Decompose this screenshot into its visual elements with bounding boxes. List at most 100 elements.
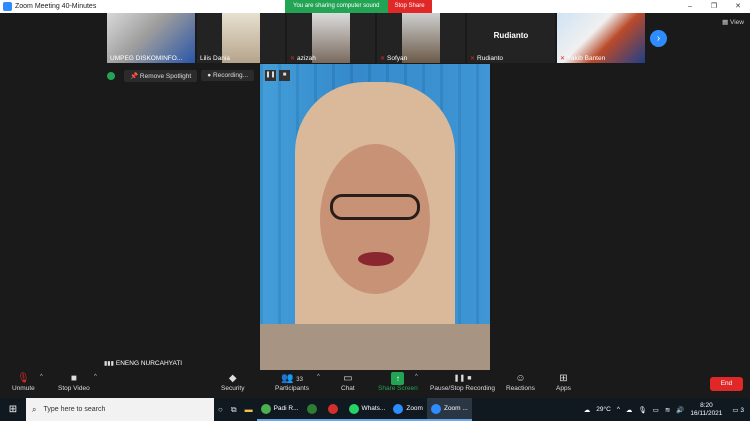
spotlight-video [260,64,490,370]
participant-video [402,13,440,63]
taskbar-app-zoom-meeting[interactable]: Zoom ... [426,398,472,421]
search-icon: ⌕ [32,404,37,414]
taskbar-app-chrome[interactable]: Padi R... [256,398,303,421]
share-screen-button[interactable]: ↑ Share Screen [378,372,418,392]
microphone-icon[interactable]: 🎙 [638,406,646,414]
cortana-circle-icon[interactable]: ○ [214,398,227,421]
recording-controls: ❚❚ ■ [265,70,293,81]
participant-tile[interactable]: ✕ azizah [287,13,375,63]
stop-video-label: Stop Video [58,385,90,392]
remove-spotlight-button[interactable]: 📌 Remove Spotlight [124,69,198,82]
participants-options-chevron-icon[interactable]: ^ [317,374,320,380]
muted-mic-icon: ✕ [560,56,566,62]
window-controls: – ❐ ✕ [678,0,750,13]
apps-grid-icon: ⊞ [559,373,568,384]
wifi-icon[interactable]: ≋ [665,406,670,414]
task-view-icon[interactable]: ⧉ [227,398,241,421]
view-label: View [730,19,744,26]
app-icon [327,403,338,414]
weather-cloud-icon[interactable]: ☁ [584,406,591,414]
participant-name: Lilis Dania [200,55,230,62]
participant-name: Yakib Banten [567,55,606,62]
participant-strip: UMPEG DISKOMINFO... Lilis Dania ✕ azizah … [107,13,647,63]
participant-tile[interactable]: ✕ Yakib Banten [557,13,645,63]
zoom-logo-icon [3,2,12,11]
volume-icon[interactable]: 🔊 [676,406,684,414]
share-screen-label: Share Screen [378,385,418,392]
window-title: Zoom Meeting 40-Minutes [15,3,97,10]
notification-count: 3 [740,406,744,414]
security-button[interactable]: ◆ Security [221,372,244,392]
reactions-label: Reactions [506,385,535,392]
participant-name-row: ✕ Yakib Banten [560,55,605,62]
zoom-window: Zoom Meeting 40-Minutes You are sharing … [0,0,750,421]
search-placeholder: Type here to search [43,406,106,413]
pause-stop-recording-button[interactable]: ❚❚ ■ Pause/Stop Recording [430,372,495,392]
taskbar-clock[interactable]: 8:20 16/11/2021 [690,402,722,418]
pause-recording-icon[interactable]: ❚❚ [265,70,276,81]
participant-tile[interactable]: Rudianto ✕ Rudianto [467,13,555,63]
video-options-chevron-icon[interactable]: ^ [94,374,97,380]
onedrive-cloud-icon[interactable]: ☁ [626,406,633,414]
unmute-label: Unmute [12,385,35,392]
participant-name-row: ✕ azizah [290,55,316,62]
clock-time: 8:20 [700,401,713,409]
file-explorer-icon[interactable]: ▬ [241,398,257,421]
zoom-icon [393,403,404,414]
reactions-button[interactable]: ☺ Reactions [506,372,535,392]
restore-button[interactable]: ❐ [702,0,726,13]
taskbar-app-red[interactable] [323,398,345,421]
next-page-arrow-icon[interactable]: › [650,30,667,47]
muted-mic-icon: ✕ [380,56,386,62]
chat-label: Chat [341,385,355,392]
chat-bubble-icon: ▭ [343,373,353,384]
taskbar-app-whatsapp[interactable]: Whats... [344,398,390,421]
recording-label: Recording... [212,72,248,79]
share-arrow-icon: ↑ [391,372,405,385]
weather-temperature[interactable]: 29°C [596,406,611,413]
pause-stop-icon: ❚❚ ■ [453,375,472,382]
security-shield-icon: ◆ [228,373,237,384]
stop-recording-icon[interactable]: ■ [279,70,290,81]
participant-name: UMPEG DISKOMINFO... [110,55,183,62]
close-button[interactable]: ✕ [726,0,750,13]
whatsapp-icon [348,403,359,414]
participants-button[interactable]: 👥 33 Participants [275,372,309,392]
apps-button[interactable]: ⊞ Apps [556,372,571,392]
minimize-button[interactable]: – [678,0,702,13]
speaker-name: ENENG NURCAHYATI [115,360,183,367]
taskbar-app-label: Padi R... [273,405,299,412]
show-hidden-icons-chevron-icon[interactable]: ^ [617,406,620,413]
end-meeting-button[interactable]: End [710,377,743,391]
taskbar-search-box[interactable]: ⌕ Type here to search [26,398,214,421]
notification-center-icon[interactable]: ▭ 3 [732,406,744,414]
taskbar-app-zoom[interactable]: Zoom [389,398,427,421]
participant-tile[interactable]: ✕ Sofyan [377,13,465,63]
participant-tile[interactable]: UMPEG DISKOMINFO... [107,13,195,63]
share-status-bar: You are sharing computer sound Stop Shar… [285,0,432,13]
spotlight-row: 📌 Remove Spotlight ● Recording... [107,68,258,83]
battery-icon[interactable]: ▭ [653,406,659,414]
audio-options-chevron-icon[interactable]: ^ [40,374,43,380]
taskbar-app-label: Whats... [361,405,386,412]
stop-share-button[interactable]: Stop Share [387,0,432,13]
app-icon [306,403,317,414]
recording-indicator: ● Recording... [201,70,254,81]
taskbar-app-green[interactable] [302,398,324,421]
participant-tile[interactable]: Lilis Dania [197,13,285,63]
security-label: Security [221,385,245,392]
video-camera-icon: ■ [70,373,77,384]
remove-spotlight-label: Remove Spotlight [139,72,192,80]
share-options-chevron-icon[interactable]: ^ [415,374,418,380]
speaker-mouth [358,252,394,266]
chat-button[interactable]: ▭ Chat [341,372,355,392]
stop-video-button[interactable]: ■ Stop Video [58,372,90,392]
view-button[interactable]: ▦ View [722,18,744,26]
meeting-toolbar: 🎙 Unmute ^ ■ Stop Video ^ ◆ Security 👥 3… [0,370,750,398]
muted-mic-icon: ✕ [470,56,476,62]
apps-label: Apps [556,385,571,392]
windows-start-icon[interactable]: ⊞ [0,404,26,415]
unmute-button[interactable]: 🎙 Unmute [12,372,35,392]
reactions-smiley-icon: ☺ [515,373,526,384]
speaker-shirt [260,324,490,370]
